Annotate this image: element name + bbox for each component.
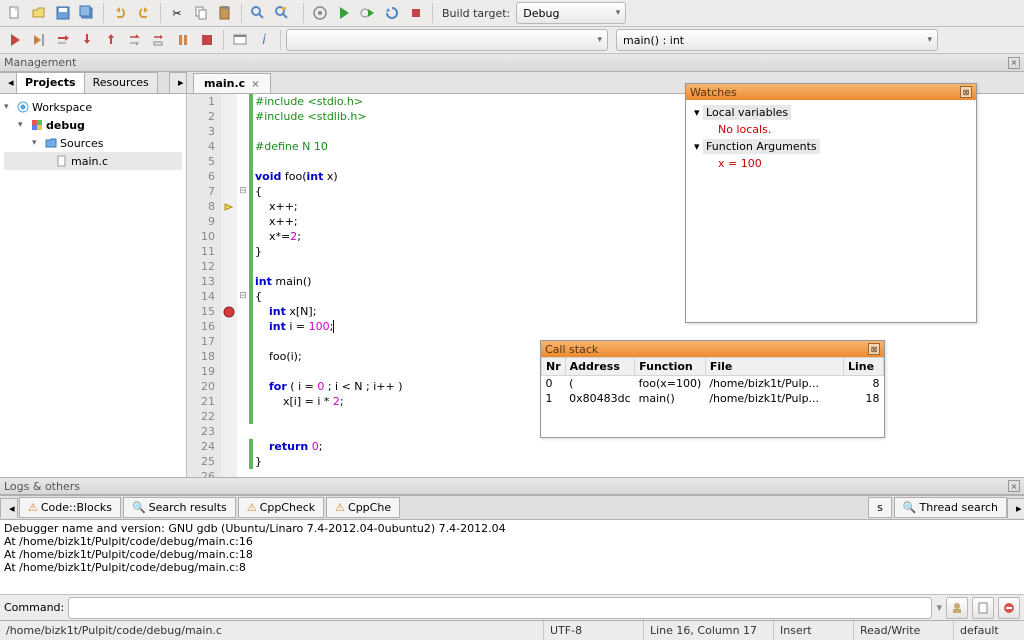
symbol-search-combo[interactable] bbox=[286, 29, 608, 51]
logs-close-icon[interactable]: × bbox=[1008, 480, 1020, 492]
close-tab-icon[interactable]: × bbox=[251, 79, 259, 90]
tree-file-main-c[interactable]: main.c bbox=[4, 152, 182, 170]
debug-start-button[interactable] bbox=[4, 29, 26, 51]
run-to-cursor-button[interactable] bbox=[28, 29, 50, 51]
build-button[interactable] bbox=[309, 2, 331, 24]
management-title: Management bbox=[4, 56, 76, 69]
command-input[interactable] bbox=[68, 597, 932, 619]
watches-panel[interactable]: Watches ⊠ ▾ Local variables No locals. ▾ … bbox=[685, 83, 977, 323]
step-into-button[interactable] bbox=[76, 29, 98, 51]
next-instr-button[interactable] bbox=[124, 29, 146, 51]
stop-button[interactable] bbox=[196, 29, 218, 51]
management-header: Management × bbox=[0, 54, 1024, 72]
next-line-button[interactable] bbox=[52, 29, 74, 51]
abort-button[interactable] bbox=[405, 2, 427, 24]
log-tab-s[interactable]: s bbox=[868, 497, 892, 518]
tab-resources[interactable]: Resources bbox=[84, 72, 158, 93]
watches-local-vars[interactable]: ▾ Local variables bbox=[694, 104, 968, 121]
watches-func-args[interactable]: ▾ Function Arguments bbox=[694, 138, 968, 155]
rebuild-button[interactable] bbox=[381, 2, 403, 24]
tree-workspace[interactable]: ▾ Workspace bbox=[4, 98, 182, 116]
main-toolbar-1: ✂ Build target: Debug bbox=[0, 0, 1024, 27]
log-tab-thread[interactable]: 🔍Thread search bbox=[894, 497, 1007, 518]
log-tab-codeblocks[interactable]: ⚠Code::Blocks bbox=[19, 497, 121, 518]
sidebar-tabs: ◂ Projects Resources ▸ bbox=[0, 72, 186, 94]
replace-button[interactable] bbox=[271, 2, 293, 24]
cmd-btn-3[interactable] bbox=[998, 597, 1020, 619]
debug-windows-button[interactable] bbox=[229, 29, 251, 51]
status-encoding: UTF-8 bbox=[544, 621, 644, 640]
statusbar: /home/bizk1t/Pulpit/code/debug/main.c UT… bbox=[0, 620, 1024, 640]
callstack-panel[interactable]: Call stack ⊠ Nr Address Function File Lin… bbox=[540, 340, 885, 438]
log-tab-scroll-right[interactable]: ▸ bbox=[1007, 498, 1024, 518]
break-button[interactable] bbox=[172, 29, 194, 51]
log-tab-cppcheck1[interactable]: ⚠CppCheck bbox=[238, 497, 324, 518]
cut-button[interactable]: ✂ bbox=[166, 2, 188, 24]
build-run-button[interactable] bbox=[357, 2, 379, 24]
tab-projects[interactable]: Projects bbox=[16, 72, 85, 93]
watches-title: Watches bbox=[690, 86, 737, 99]
status-path: /home/bizk1t/Pulpit/code/debug/main.c bbox=[0, 621, 544, 640]
file-tab-main-c[interactable]: main.c× bbox=[193, 73, 271, 93]
run-button[interactable] bbox=[333, 2, 355, 24]
copy-button[interactable] bbox=[190, 2, 212, 24]
callstack-row[interactable]: 10x80483dcmain()/home/bizk1t/Pulp...18 bbox=[542, 391, 884, 406]
logs-panel: ◂ ⚠Code::Blocks 🔍Search results ⚠CppChec… bbox=[0, 495, 1024, 620]
open-button[interactable] bbox=[28, 2, 50, 24]
logs-title: Logs & others bbox=[4, 480, 80, 493]
status-profile: default bbox=[954, 621, 1024, 640]
status-rw: Read/Write bbox=[854, 621, 954, 640]
log-tab-cppcheck2[interactable]: ⚠CppChe bbox=[326, 497, 400, 518]
log-tab-scroll-left[interactable]: ◂ bbox=[0, 498, 18, 518]
cmd-btn-2[interactable] bbox=[972, 597, 994, 619]
project-tree: ▾ Workspace ▾ debug ▾ Sources main.c bbox=[0, 94, 186, 477]
step-out-button[interactable] bbox=[100, 29, 122, 51]
status-position: Line 16, Column 17 bbox=[644, 621, 774, 640]
watches-no-locals: No locals. bbox=[694, 121, 968, 138]
build-target-combo[interactable]: Debug bbox=[516, 2, 626, 24]
redo-button[interactable] bbox=[133, 2, 155, 24]
find-button[interactable] bbox=[247, 2, 269, 24]
scope-combo[interactable]: main() : int bbox=[616, 29, 938, 51]
build-target-label: Build target: bbox=[442, 7, 510, 20]
save-button[interactable] bbox=[52, 2, 74, 24]
logs-header: Logs & others × bbox=[0, 477, 1024, 495]
tree-sources[interactable]: ▾ Sources bbox=[4, 134, 182, 152]
watches-close-icon[interactable]: ⊠ bbox=[960, 86, 972, 98]
main-toolbar-2: i main() : int bbox=[0, 27, 1024, 54]
info-button[interactable]: i bbox=[253, 29, 275, 51]
undo-button[interactable] bbox=[109, 2, 131, 24]
callstack-close-icon[interactable]: ⊠ bbox=[868, 343, 880, 355]
paste-button[interactable] bbox=[214, 2, 236, 24]
management-close-icon[interactable]: × bbox=[1008, 57, 1020, 69]
tab-scroll-left[interactable]: ◂ bbox=[0, 72, 17, 93]
command-label: Command: bbox=[4, 601, 64, 614]
tree-project[interactable]: ▾ debug bbox=[4, 116, 182, 134]
status-insert: Insert bbox=[774, 621, 854, 640]
log-output[interactable]: Debugger name and version: GNU gdb (Ubun… bbox=[0, 520, 1024, 594]
log-tabs: ◂ ⚠Code::Blocks 🔍Search results ⚠CppChec… bbox=[0, 496, 1024, 520]
tab-scroll-right[interactable]: ▸ bbox=[169, 72, 187, 93]
log-tab-search[interactable]: 🔍Search results bbox=[123, 497, 236, 518]
command-row: Command: ▾ bbox=[0, 594, 1024, 620]
cmd-btn-1[interactable] bbox=[946, 597, 968, 619]
callstack-title: Call stack bbox=[545, 343, 598, 356]
sidebar: ◂ Projects Resources ▸ ▾ Workspace ▾ deb… bbox=[0, 72, 187, 477]
new-file-button[interactable] bbox=[4, 2, 26, 24]
watches-arg1: x = 100 bbox=[694, 155, 968, 172]
step-into-instr-button[interactable] bbox=[148, 29, 170, 51]
callstack-row[interactable]: 0(foo(x=100)/home/bizk1t/Pulp...8 bbox=[542, 376, 884, 392]
save-all-button[interactable] bbox=[76, 2, 98, 24]
callstack-table: Nr Address Function File Line 0(foo(x=10… bbox=[541, 357, 884, 406]
